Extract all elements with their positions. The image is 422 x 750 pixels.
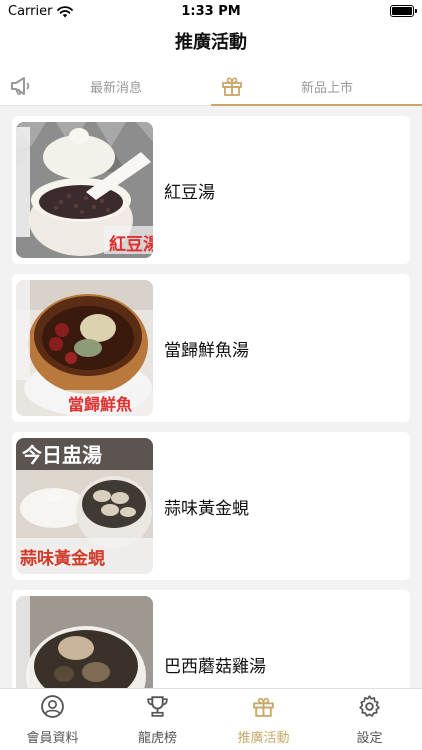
thumb-caption: 蒜味黃金蜆 (20, 548, 105, 569)
gift-icon (222, 77, 242, 96)
bottom-tab-label: 設定 (356, 731, 383, 746)
thumb-caption: 紅豆湯 (109, 234, 153, 255)
bottom-tab-leaderboard[interactable]: 龍虎榜 (105, 689, 210, 750)
megaphone-icon (11, 77, 30, 95)
product-name: 當歸鮮魚湯 (164, 340, 249, 361)
product-thumbnail: 今日盅湯 蒜味黃金蜆 (16, 438, 153, 574)
thumb-header: 今日盅湯 (22, 443, 102, 467)
clock: 1:33 PM (181, 4, 241, 19)
product-list[interactable]: 紅豆湯 紅豆湯 當歸鮮魚 當歸鮮魚湯 今日盅湯 蒜味黃金蜆 蒜味黃金蜆 巴西蘑菇… (0, 114, 422, 688)
status-bar: Carrier 1:33 PM (0, 0, 422, 24)
trophy-icon (147, 696, 168, 717)
gear-icon (359, 695, 380, 717)
tab-label-new-products: 新品上市 (301, 80, 354, 96)
product-name: 蒜味黃金蜆 (164, 498, 249, 519)
product-name: 巴西蘑菇雞湯 (164, 656, 266, 677)
product-thumbnail: 當歸鮮魚 (16, 280, 153, 416)
bottom-tab-promotions[interactable]: 推廣活動 (211, 689, 316, 750)
thumb-caption: 當歸鮮魚 (68, 395, 132, 414)
bottom-tab-label: 會員資料 (26, 731, 79, 746)
product-card[interactable]: 當歸鮮魚 當歸鮮魚湯 (12, 274, 410, 422)
tab-label-latest-news: 最新消息 (90, 80, 143, 96)
page-title: 推廣活動 (175, 32, 247, 53)
product-thumbnail: 紅豆湯 (16, 122, 153, 258)
gift-icon (253, 697, 274, 717)
product-card[interactable]: 今日盅湯 蒜味黃金蜆 蒜味黃金蜆 (12, 432, 410, 580)
product-card[interactable]: 紅豆湯 紅豆湯 (12, 116, 410, 264)
product-card[interactable]: 巴西蘑菇雞湯 (12, 590, 410, 688)
product-name: 紅豆湯 (164, 182, 215, 203)
user-icon (41, 695, 64, 718)
bottom-tab-label: 推廣活動 (237, 731, 290, 746)
battery-icon (390, 5, 417, 17)
bottom-tab-settings[interactable]: 設定 (317, 689, 422, 750)
segment-tabs: 最新消息 新品上市 (0, 66, 422, 106)
nav-bar: 推廣活動 (0, 24, 422, 66)
bottom-tab-member[interactable]: 會員資料 (0, 689, 105, 750)
bottom-tab-bar: 會員資料 龍虎榜 推廣活動 設定 (0, 688, 422, 750)
product-thumbnail (16, 596, 153, 688)
tab-selected-indicator (211, 104, 422, 106)
bottom-tab-label: 龍虎榜 (137, 731, 177, 746)
